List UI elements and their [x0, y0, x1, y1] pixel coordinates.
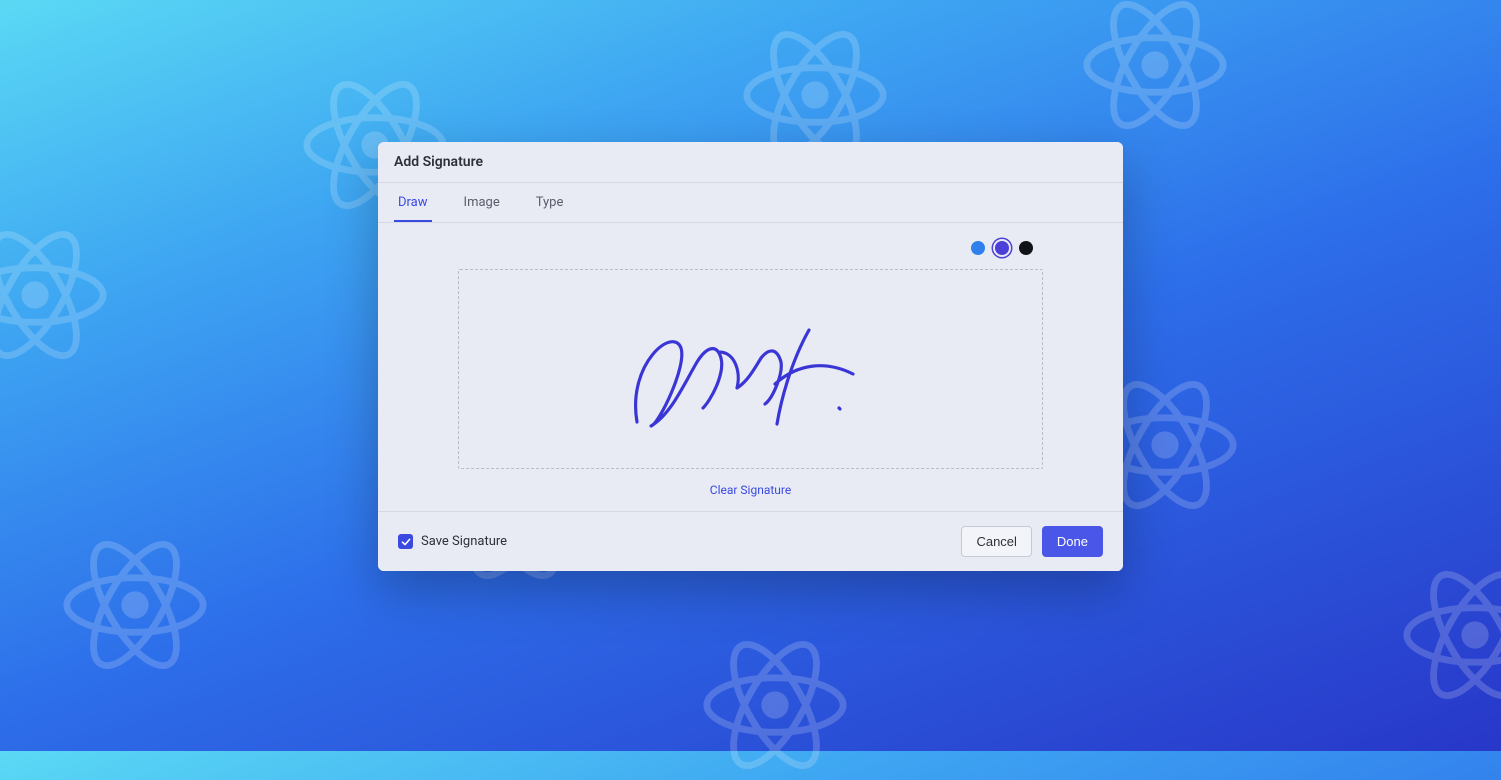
signature-drawing: [621, 304, 881, 434]
signature-mode-tabs: Draw Image Type: [378, 183, 1123, 223]
color-black[interactable]: [1019, 241, 1033, 255]
tab-draw[interactable]: Draw: [394, 183, 432, 222]
react-logo-icon: [60, 530, 210, 680]
signature-body: Clear Signature: [378, 223, 1123, 511]
react-logo-icon: [1080, 0, 1230, 140]
save-signature-label: Save Signature: [421, 534, 507, 549]
tab-image[interactable]: Image: [460, 183, 504, 222]
tab-type[interactable]: Type: [532, 183, 568, 222]
add-signature-dialog: Add Signature Draw Image Type Clear Sign…: [378, 142, 1123, 571]
dialog-header: Add Signature: [378, 142, 1123, 183]
react-logo-icon: [1400, 560, 1501, 710]
save-signature-option: Save Signature: [398, 534, 507, 549]
check-icon: [401, 537, 411, 547]
react-logo-icon: [0, 220, 110, 370]
dialog-footer: Save Signature Cancel Done: [378, 511, 1123, 571]
done-button[interactable]: Done: [1042, 526, 1103, 557]
react-logo-icon: [700, 630, 850, 780]
color-picker: [458, 241, 1043, 255]
save-signature-checkbox[interactable]: [398, 534, 413, 549]
color-indigo[interactable]: [995, 241, 1009, 255]
color-blue[interactable]: [971, 241, 985, 255]
dialog-title: Add Signature: [394, 154, 1107, 170]
clear-signature-link[interactable]: Clear Signature: [458, 483, 1043, 497]
signature-canvas[interactable]: [458, 269, 1043, 469]
cancel-button[interactable]: Cancel: [961, 526, 1031, 557]
